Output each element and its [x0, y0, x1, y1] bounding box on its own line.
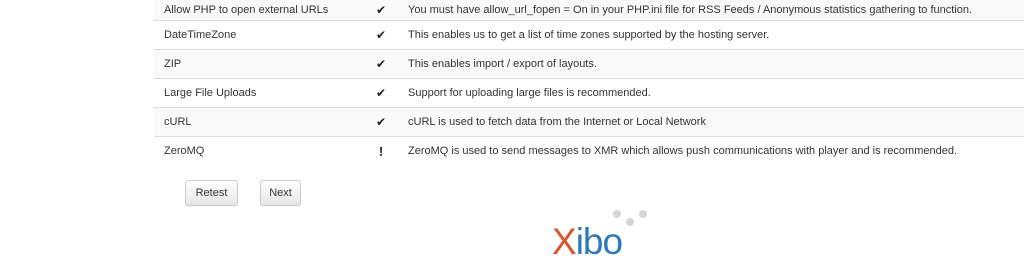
requirement-name: Large File Uploads — [154, 78, 354, 108]
requirement-advice: This enables import / export of layouts. — [408, 49, 1024, 79]
requirements-table: Allow PHP to open external URLs ✔ You mu… — [154, 0, 1024, 165]
requirement-name: cURL — [154, 107, 354, 137]
check-icon: ✔ — [354, 49, 408, 79]
requirement-name: Allow PHP to open external URLs — [154, 0, 354, 21]
logo-wordmark: Xibo — [552, 221, 623, 262]
logo-dot — [639, 210, 647, 218]
next-button[interactable]: Next — [260, 180, 301, 206]
requirement-advice: cURL is used to fetch data from the Inte… — [408, 107, 1024, 137]
check-icon: ✔ — [354, 0, 408, 21]
installer-page: Allow PHP to open external URLs ✔ You mu… — [0, 0, 1024, 264]
logo-dot — [613, 210, 621, 218]
table-row: Large File Uploads ✔ Support for uploadi… — [154, 78, 1024, 108]
retest-button[interactable]: Retest — [185, 180, 238, 206]
table-row: Allow PHP to open external URLs ✔ You mu… — [154, 0, 1024, 21]
logo-dot — [626, 218, 634, 226]
check-icon: ✔ — [354, 78, 408, 108]
requirement-advice: You must have allow_url_fopen = On in yo… — [408, 0, 1024, 21]
logo-letters-ibo: ibo — [575, 221, 623, 262]
requirement-advice: ZeroMQ is used to send messages to XMR w… — [408, 136, 1024, 165]
table-row: ZeroMQ ! ZeroMQ is used to send messages… — [154, 136, 1024, 165]
check-icon: ✔ — [354, 20, 408, 50]
table-row: ZIP ✔ This enables import / export of la… — [154, 49, 1024, 79]
check-icon: ✔ — [354, 107, 408, 137]
exclamation-icon: ! — [354, 136, 408, 165]
table-row: cURL ✔ cURL is used to fetch data from t… — [154, 107, 1024, 137]
requirement-advice: This enables us to get a list of time zo… — [408, 20, 1024, 50]
requirement-name: ZIP — [154, 49, 354, 79]
table-row: DateTimeZone ✔ This enables us to get a … — [154, 20, 1024, 50]
requirement-name: DateTimeZone — [154, 20, 354, 50]
requirement-name: ZeroMQ — [154, 136, 354, 165]
requirement-advice: Support for uploading large files is rec… — [408, 78, 1024, 108]
logo-letter-x: X — [552, 221, 577, 262]
xibo-logo: Xibo — [552, 208, 652, 264]
